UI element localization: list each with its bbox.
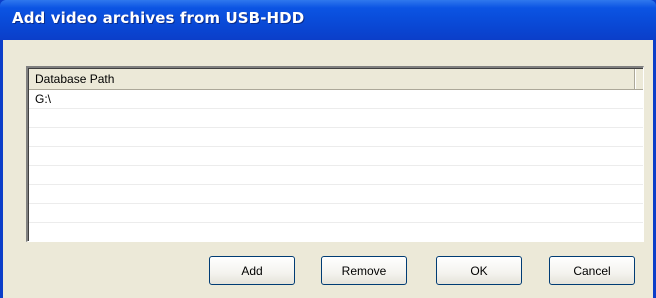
cancel-button-label: Cancel xyxy=(573,263,611,278)
dialog-window: Add video archives from USB-HDD Database… xyxy=(0,0,656,298)
column-header-database-path[interactable]: Database Path xyxy=(29,69,635,89)
database-path-list[interactable]: Database Path G:\ xyxy=(26,66,644,242)
dialog-client-area: Database Path G:\ Add Remove OK Cancel xyxy=(3,40,653,298)
list-item[interactable] xyxy=(29,128,643,147)
list-item[interactable] xyxy=(29,223,643,241)
list-item[interactable] xyxy=(29,185,643,204)
list-item[interactable] xyxy=(29,109,643,128)
column-header-filler xyxy=(635,69,643,89)
remove-button[interactable]: Remove xyxy=(321,256,407,285)
ok-button[interactable]: OK xyxy=(436,256,522,285)
list-header-row: Database Path xyxy=(29,69,643,90)
ok-button-label: OK xyxy=(470,263,488,278)
list-rows: G:\ xyxy=(29,90,643,241)
title-bar[interactable]: Add video archives from USB-HDD xyxy=(0,0,656,40)
remove-button-label: Remove xyxy=(341,263,387,278)
add-button[interactable]: Add xyxy=(209,256,295,285)
list-frame: Database Path G:\ xyxy=(28,68,643,241)
cancel-button[interactable]: Cancel xyxy=(549,256,635,285)
list-item[interactable] xyxy=(29,147,643,166)
add-button-label: Add xyxy=(241,263,263,278)
window-title: Add video archives from USB-HDD xyxy=(12,9,305,27)
list-item[interactable]: G:\ xyxy=(29,90,643,109)
list-item[interactable] xyxy=(29,166,643,185)
list-item[interactable] xyxy=(29,204,643,223)
